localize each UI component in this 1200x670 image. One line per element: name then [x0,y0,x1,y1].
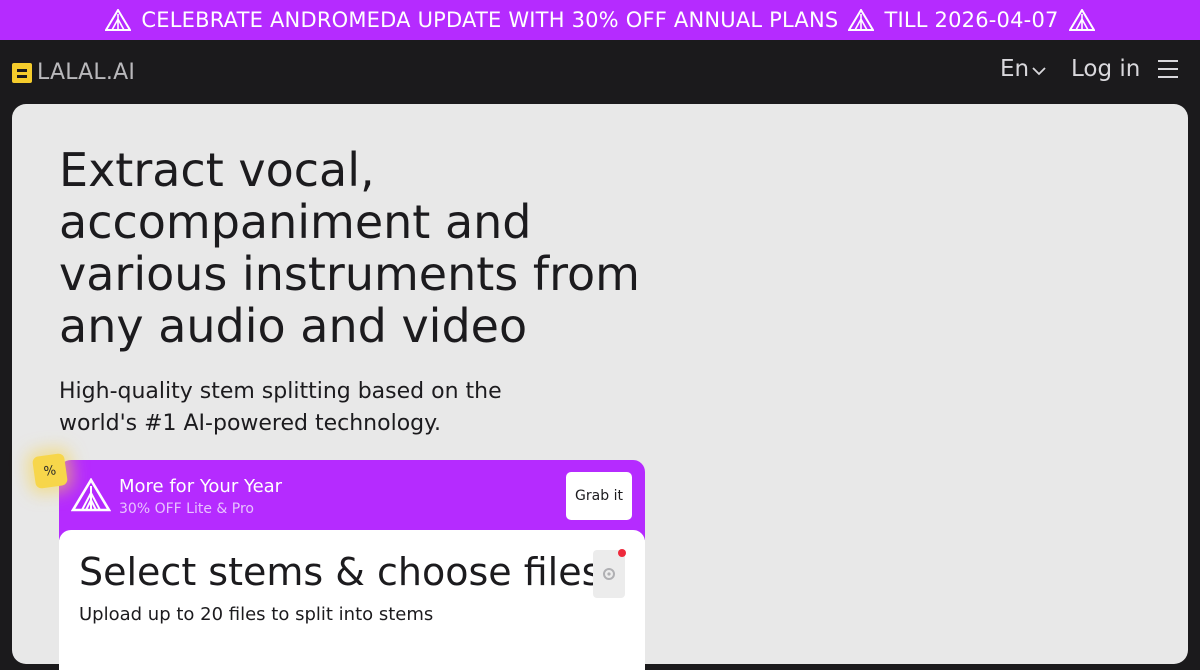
promo-text: CELEBRATE ANDROMEDA UPDATE WITH 30% OFF … [141,8,839,32]
promo-banner[interactable]: CELEBRATE ANDROMEDA UPDATE WITH 30% OFF … [0,0,1200,40]
offer-title: More for Your Year [119,476,283,497]
promo-deadline: TILL 2026-04-07 [884,8,1059,32]
chevron-down-icon [1032,67,1046,76]
offer-subtitle: 30% OFF Lite & Pro [119,501,254,517]
notification-dot [618,549,626,557]
hero-subheadline: High-quality stem splitting based on the… [59,379,502,436]
hero-headline: Extract vocal, accompaniment and various… [59,143,640,353]
andromeda-logo-icon [1068,9,1095,31]
menu-button[interactable] [1157,59,1179,79]
andromeda-logo-icon [70,477,112,516]
language-label: En [1000,56,1030,82]
language-selector[interactable]: En [1000,56,1046,82]
logo-mark-icon [12,62,32,83]
top-nav: LALAL.AI En Log in [0,40,1200,104]
andromeda-logo-icon [105,9,132,31]
hero-section: Extract vocal, accompaniment and various… [12,104,1188,670]
settings-icon [603,568,615,580]
hamburger-icon [1158,60,1178,78]
logo[interactable]: LALAL.AI [12,60,135,85]
discount-badge: % [31,452,69,490]
offer-banner: More for Your Year 30% OFF Lite & Pro Gr… [59,460,645,540]
grab-it-button[interactable]: Grab it [566,472,632,520]
upload-subtitle: Upload up to 20 files to split into stem… [79,604,434,625]
login-link[interactable]: Log in [1071,56,1140,82]
upload-title: Select stems & choose files [79,550,602,594]
logo-text: LALAL.AI [37,60,136,85]
upload-card: Select stems & choose files Upload up to… [59,530,645,670]
andromeda-logo-icon [848,9,875,31]
settings-button[interactable] [593,550,625,598]
